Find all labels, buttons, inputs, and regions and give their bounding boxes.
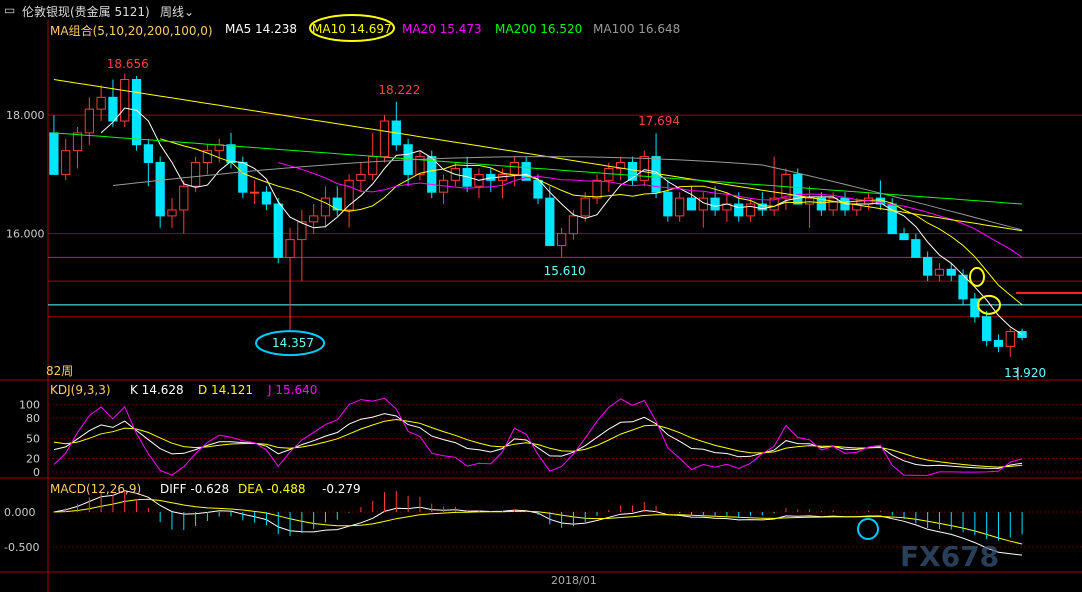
candle-body — [49, 132, 59, 175]
candle-body — [556, 233, 567, 247]
kdj-k-legend: K 14.628 — [130, 383, 184, 397]
candle-body — [238, 162, 248, 193]
kdj-group-label[interactable]: KDJ(9,3,3) — [50, 383, 111, 397]
date-axis-label: 2018/01 — [551, 574, 597, 587]
kdj-d-legend: D 14.121 — [198, 383, 254, 397]
candle-body — [592, 179, 602, 199]
candle-body — [509, 162, 520, 175]
candle-body — [309, 215, 319, 223]
kdj-tick-label: 80 — [26, 412, 40, 425]
price-annotation: 17.694 — [638, 114, 680, 128]
candle-body — [793, 173, 803, 205]
candle-body — [273, 203, 283, 258]
bars-count-label: 82周 — [46, 364, 74, 378]
candle-body — [155, 162, 165, 217]
price-tick-label: 18.000 — [6, 109, 45, 122]
candle-body — [828, 197, 838, 211]
candle-body — [190, 162, 201, 187]
candle-body — [580, 197, 590, 217]
kdj-tick-label: 0 — [33, 466, 40, 479]
chart-stage: ▭ 伦敦银现(贵金属 5121) 周线⌄ 18.000 16.000 100 80 50… — [0, 0, 1082, 592]
macd-tick-label: 0.000 — [4, 506, 36, 519]
macd-group-label[interactable]: MACD(12,26,9) — [50, 482, 141, 496]
candle-body — [934, 268, 945, 276]
watermark-text: FX678 — [900, 540, 1000, 573]
candle-body — [745, 203, 756, 217]
ma-group-label[interactable]: MA组合(5,10,20,200,100,0) — [50, 22, 213, 39]
candle-body — [379, 120, 390, 158]
candle-body — [131, 79, 142, 146]
candle-body — [285, 239, 295, 258]
chart-svg: 18.000 16.000 10080 50 200 0.000 -0.500 18.656… — [0, 14, 1082, 592]
candle-body — [993, 339, 1004, 347]
candle-body — [734, 203, 744, 217]
candle-body — [261, 191, 272, 205]
candle-body — [545, 197, 555, 247]
price-tick-label: 16.000 — [6, 228, 45, 241]
candle-body — [923, 256, 933, 276]
candle-body — [427, 156, 437, 193]
macd-dea-legend: DEA -0.488 — [238, 482, 306, 496]
candle-body — [61, 150, 71, 175]
candle-body — [179, 185, 189, 211]
candle-body — [710, 197, 720, 211]
candle-body — [911, 239, 921, 258]
kdj-tick-label: 100 — [19, 399, 40, 412]
price-annotation: 14.357 — [272, 336, 314, 350]
candle-body — [84, 108, 94, 134]
candle-body — [663, 191, 673, 217]
candle-body — [226, 144, 236, 164]
candle-body — [167, 209, 177, 217]
candle-body — [368, 156, 378, 175]
price-annotation: 13.920 — [1004, 366, 1046, 380]
candle-body — [120, 79, 130, 122]
macd-diff-legend: DIFF -0.628 — [160, 482, 230, 496]
candle-body — [982, 316, 992, 341]
candle-body — [899, 233, 909, 241]
ma5-legend: MA5 14.238 — [225, 22, 297, 36]
candle-body — [96, 96, 106, 110]
kdj-tick-label: 50 — [26, 432, 40, 445]
candle-body — [675, 197, 685, 217]
candle-body — [320, 197, 331, 217]
candle-body — [356, 173, 366, 181]
kdj-tick-label: 20 — [26, 453, 40, 466]
ma100-legend: MA100 16.648 — [593, 22, 681, 36]
candle-body — [143, 144, 153, 164]
macd-value-legend: -0.279 — [322, 482, 361, 496]
kdj-j-legend: J 15.640 — [268, 383, 318, 397]
candle-body — [946, 268, 956, 276]
candle-body — [1005, 331, 1015, 347]
price-annotation: 18.656 — [107, 57, 149, 71]
candle-body — [686, 197, 697, 211]
price-annotation: 15.610 — [544, 264, 586, 278]
macd-tick-label: -0.500 — [4, 541, 39, 554]
ma200-legend: MA200 16.520 — [495, 22, 583, 36]
ma20-legend: MA20 15.473 — [402, 22, 482, 36]
candle-body — [108, 96, 118, 122]
candle-body — [804, 197, 815, 205]
candle-body — [72, 132, 83, 152]
candle-body — [568, 215, 579, 235]
price-annotation: 18.222 — [378, 83, 420, 97]
ma10-legend: MA10 14.697 — [312, 22, 392, 36]
candle-body — [249, 191, 260, 194]
